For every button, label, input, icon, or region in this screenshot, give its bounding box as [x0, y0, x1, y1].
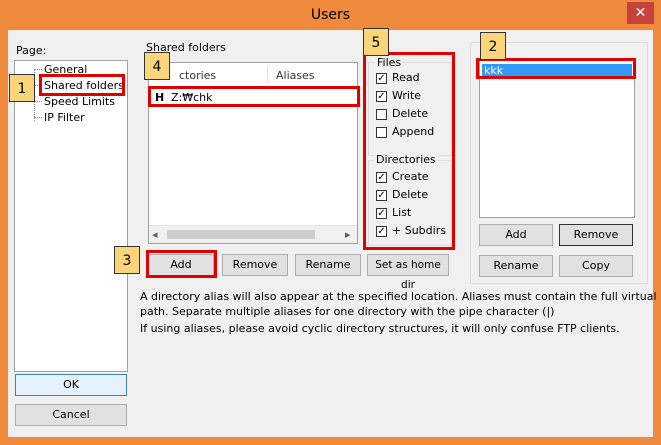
callout-4: 4 [144, 52, 170, 80]
column-directories[interactable]: ctories [179, 69, 216, 82]
callout-5: 5 [363, 28, 389, 56]
alias-note-line1: A directory alias will also appear at th… [140, 290, 657, 303]
rename-folder-button[interactable]: Rename [295, 254, 361, 276]
dialog-client: Page: General Shared folders Speed Limit… [8, 28, 657, 437]
close-icon[interactable]: ✕ [627, 2, 654, 24]
page-label: Page: [16, 44, 47, 57]
alias-note-line3: If using aliases, please avoid cyclic di… [140, 322, 620, 335]
title-bar: Users ✕ [0, 0, 661, 30]
highlight-permissions [363, 52, 455, 250]
add-user-button[interactable]: Add [479, 224, 553, 246]
alias-note-line2: path. Separate multiple aliases for one … [140, 305, 555, 318]
tree-connector [34, 117, 42, 118]
highlight-shared-folders [39, 74, 125, 96]
remove-folder-button[interactable]: Remove [222, 254, 288, 276]
tree-item-ip-filter[interactable]: IP Filter [44, 111, 85, 124]
remove-user-button[interactable]: Remove [559, 224, 633, 246]
highlight-user-kkk [476, 58, 636, 79]
callout-3: 3 [114, 246, 140, 274]
scroll-left-icon[interactable]: ◂ [152, 228, 158, 241]
copy-user-button[interactable]: Copy [559, 255, 633, 277]
rename-user-button[interactable]: Rename [479, 255, 553, 277]
tree-connector [34, 69, 42, 70]
scroll-right-icon[interactable]: ▸ [345, 228, 351, 241]
column-aliases[interactable]: Aliases [276, 69, 315, 82]
tree-connector [34, 101, 42, 102]
horizontal-scrollbar[interactable]: ◂ ▸ [149, 225, 357, 243]
users-dialog: Users ✕ Page: General Shared folders Spe… [0, 0, 661, 445]
window-title: Users [310, 7, 351, 23]
page-tree[interactable]: General Shared folders Speed Limits IP F… [14, 60, 128, 372]
tree-item-speed-limits[interactable]: Speed Limits [44, 95, 115, 108]
column-divider[interactable] [267, 67, 268, 83]
highlight-folder-row [148, 86, 360, 107]
callout-1: 1 [9, 74, 35, 102]
users-list[interactable]: kkk [479, 60, 635, 218]
callout-2: 2 [480, 32, 506, 60]
scroll-thumb[interactable] [167, 230, 315, 239]
highlight-add-button [146, 250, 217, 278]
set-home-dir-button[interactable]: Set as home dir [367, 254, 449, 291]
cancel-button[interactable]: Cancel [15, 404, 127, 426]
ok-button[interactable]: OK [15, 374, 127, 396]
